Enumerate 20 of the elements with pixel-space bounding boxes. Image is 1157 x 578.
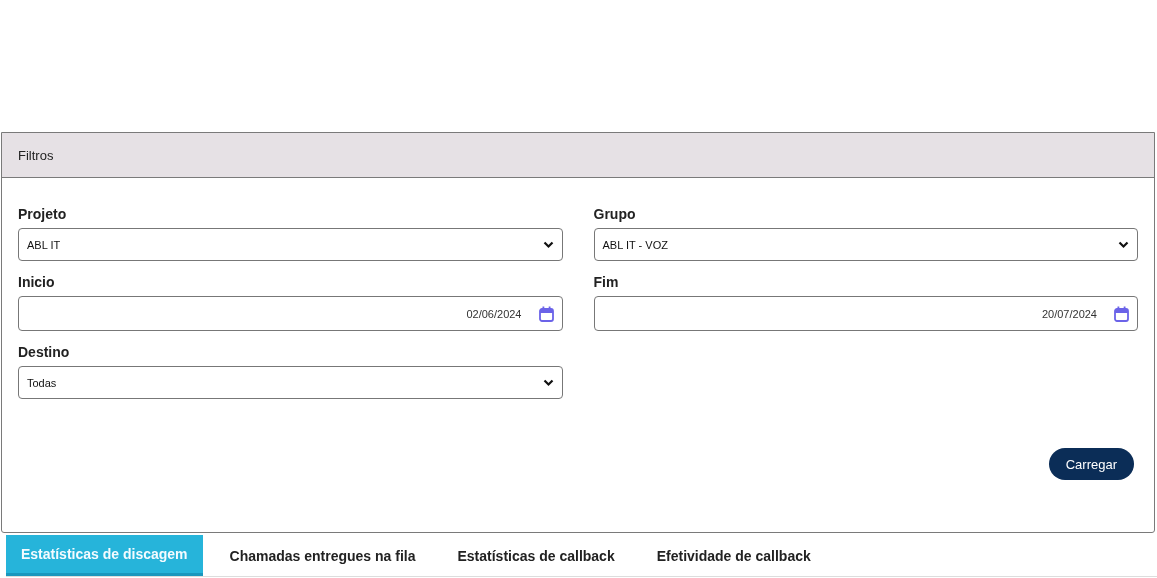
select-field[interactable]: ABL IT - VOZ xyxy=(593,228,1138,261)
select-field[interactable]: Todas xyxy=(18,366,563,399)
tab[interactable]: Estatísticas de callback xyxy=(436,535,636,576)
calendar-icon[interactable] xyxy=(538,305,554,322)
calendar-icon[interactable] xyxy=(1114,305,1129,322)
chevron-down-icon xyxy=(1118,240,1129,249)
field-label: Inicio xyxy=(18,274,55,290)
date-field[interactable]: 20/07/2024 xyxy=(593,296,1138,331)
chevron-down-icon xyxy=(542,240,554,249)
panel-title: Filtros xyxy=(18,147,54,163)
field-label: Projeto xyxy=(18,206,67,222)
tab[interactable]: Chamadas entregues na fila xyxy=(208,535,437,576)
field-label: Grupo xyxy=(593,206,636,222)
load-button[interactable]: Carregar xyxy=(1048,448,1134,480)
field-label: Fim xyxy=(593,274,619,290)
field-label: Destino xyxy=(18,344,70,360)
date-field[interactable]: 02/06/2024 xyxy=(18,296,563,331)
tab[interactable]: Efetividade de callback xyxy=(635,535,832,576)
chevron-down-icon xyxy=(542,378,554,387)
select-field[interactable]: ABL IT xyxy=(18,228,563,261)
